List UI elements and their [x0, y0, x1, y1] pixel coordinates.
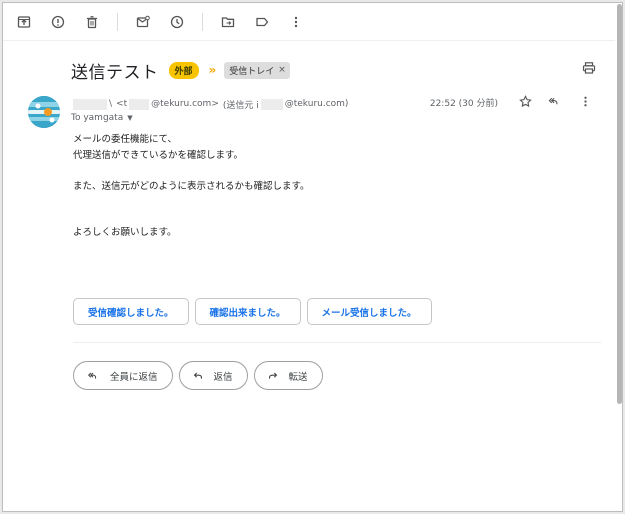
- toolbar-divider: [202, 12, 203, 31]
- body-line: また、送信元がどのように表示されるかも確認します。: [73, 181, 310, 192]
- forward-icon: [268, 372, 277, 379]
- smart-reply-chip[interactable]: メール受信しました。: [306, 298, 432, 325]
- forward-button[interactable]: 転送: [253, 361, 323, 390]
- chevron-down-icon[interactable]: ▼: [127, 114, 132, 122]
- reply-icon: [193, 372, 202, 379]
- email-window: 送信テスト 外部 » 受信トレイ × \ <t @tekuru.com> (送信…: [2, 2, 623, 512]
- sender-address-domain: @tekuru.com>: [151, 99, 219, 109]
- recipient-label: To yamgata: [71, 113, 124, 123]
- mark-unread-icon[interactable]: [134, 13, 152, 31]
- sender-name-fragment: \: [109, 99, 113, 109]
- avatar[interactable]: [28, 96, 60, 128]
- divider: [73, 342, 601, 343]
- body-line: メールの委任機能にて、: [73, 134, 178, 145]
- reply-all-label: 全員に返信: [110, 371, 158, 383]
- reply-actions: 全員に返信 返信 転送: [73, 361, 323, 390]
- delete-icon[interactable]: [83, 13, 101, 31]
- print-icon[interactable]: [582, 61, 596, 75]
- importance-marker-icon[interactable]: »: [209, 63, 217, 77]
- toolbar: [3, 3, 615, 41]
- message-body: メールの委任機能にて、 代理送信ができているかを確認します。 また、送信元がどの…: [73, 132, 310, 241]
- inbox-label-chip: 受信トレイ ×: [224, 61, 290, 79]
- message-more-icon[interactable]: [579, 95, 592, 108]
- redacted-name: [73, 98, 107, 110]
- smart-reply-row: 受信確認しました。 確認出来ました。 メール受信しました。: [73, 298, 432, 325]
- report-spam-icon[interactable]: [49, 13, 67, 31]
- body-line: よろしくお願いします。: [73, 227, 177, 238]
- body-line: 代理送信ができているかを確認します。: [73, 150, 244, 161]
- label-icon[interactable]: [253, 13, 271, 31]
- message-time: 22:52 (30 分前): [429, 99, 498, 109]
- smart-reply-chip[interactable]: 確認出来ました。: [194, 298, 301, 325]
- archive-icon[interactable]: [15, 13, 33, 31]
- reply-all-icon[interactable]: [548, 95, 562, 108]
- remove-label-icon[interactable]: ×: [278, 65, 286, 75]
- sent-via-domain: @tekuru.com): [284, 99, 349, 109]
- snooze-icon[interactable]: [168, 13, 186, 31]
- reply-label: 返信: [213, 371, 233, 383]
- smart-reply-chip[interactable]: 受信確認しました。: [73, 298, 189, 325]
- redacted-address: [260, 98, 283, 110]
- move-to-icon[interactable]: [219, 13, 237, 31]
- sender-row: \ <t @tekuru.com> (送信元 i @tekuru.com) 22…: [71, 95, 602, 112]
- redacted-address: [129, 98, 150, 110]
- subject-row: 送信テスト 外部 » 受信トレイ ×: [71, 56, 602, 84]
- reply-all-icon: [87, 372, 97, 379]
- sender-address-prefix: <t: [116, 99, 128, 109]
- sent-via-prefix: (送信元 i: [222, 100, 259, 111]
- forward-label: 転送: [288, 371, 308, 383]
- inbox-label-text: 受信トレイ: [229, 66, 275, 77]
- email-subject: 送信テスト: [71, 62, 159, 83]
- external-badge: 外部: [168, 61, 199, 79]
- star-icon[interactable]: [519, 95, 532, 108]
- recipient-details[interactable]: To yamgata ▼: [71, 113, 133, 123]
- reply-all-button[interactable]: 全員に返信: [73, 361, 173, 390]
- toolbar-divider: [117, 12, 118, 31]
- scrollbar[interactable]: [617, 4, 622, 404]
- more-vert-icon[interactable]: [287, 13, 305, 31]
- reply-button[interactable]: 返信: [178, 361, 248, 390]
